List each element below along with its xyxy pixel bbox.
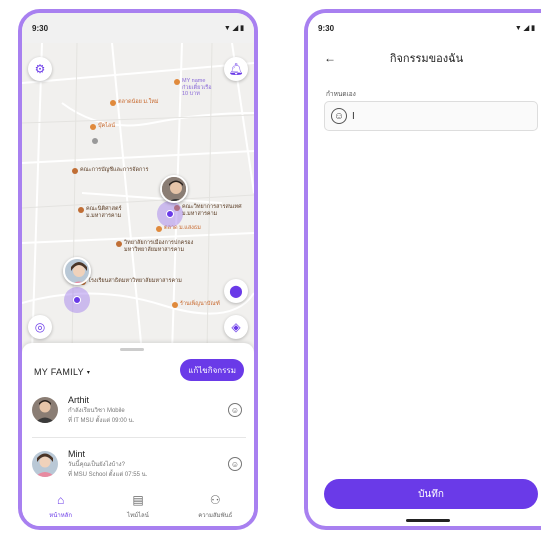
map-poi[interactable]: โรงเรียนสาธิตมหาวิทยาลัยมหาสารคาม xyxy=(80,278,182,285)
phone-home-screen: 9:30 ▼ ◢ ▮ ⚙ 🔔︎ MY name ก๋วยเตี๋ยวเรือ 1… xyxy=(18,9,258,530)
bottom-navigation: ⌂ หน้าหลัก ▤ ไทม์ไลน์ ⚇ ความสัมพันธ์ xyxy=(22,490,254,530)
signal-icon: ◢ xyxy=(523,25,530,32)
location-pin-icon: ⬤ xyxy=(229,284,243,298)
home-indicator xyxy=(112,527,156,530)
nav-timeline[interactable]: ▤ ไทม์ไลน์ xyxy=(103,494,173,520)
family-bottom-sheet: MY FAMILY ▾ แก้ไขกิจกรรม Arthit กำลังเรี… xyxy=(22,343,254,530)
member-location-pin xyxy=(166,210,174,218)
notification-button[interactable]: 🔔︎ xyxy=(224,57,248,81)
map-poi[interactable]: ตลาดน้อย ม.ใหม่ xyxy=(110,99,159,106)
bell-icon: 🔔︎ xyxy=(228,62,244,76)
timeline-icon: ▤ xyxy=(132,493,144,507)
family-selector[interactable]: MY FAMILY ▾ xyxy=(34,367,90,377)
status-time: 9:30 xyxy=(32,23,49,33)
locate-me-button[interactable]: ◎ xyxy=(28,315,52,339)
member-place-time: ที่ MSU School ตั้งแต่ 07:55 น. xyxy=(68,472,148,478)
member-row[interactable]: Mint วันนี้คุณเป็นยังไงบ้าง? ที่ MSU Sch… xyxy=(32,441,246,487)
battery-icon: ▮ xyxy=(531,25,535,32)
relationship-icon: ⚇ xyxy=(209,493,221,507)
mood-emoji-icon[interactable]: ☺ xyxy=(228,457,242,471)
member-avatar xyxy=(32,451,58,477)
wifi-icon: ▼ xyxy=(514,24,522,32)
map-poi[interactable]: บุ๊คไลน์ xyxy=(90,123,115,130)
member-activity: วันนี้คุณเป็นยังไงบ้าง? xyxy=(68,462,125,468)
member-avatar-map[interactable] xyxy=(63,257,91,285)
map-poi[interactable]: MY name ก๋วยเตี๋ยวเรือ 10 บาท xyxy=(174,78,212,98)
status-icons: ▼ ◢ ▮ xyxy=(223,24,244,33)
mood-emoji-icon[interactable]: ☺ xyxy=(228,403,242,417)
map-poi[interactable]: คณะวิทยาการสารสนเทศ ม.มหาสารคาม xyxy=(174,204,242,217)
battery-icon: ▮ xyxy=(240,25,244,32)
status-icons: ▼ ◢ ▮ xyxy=(514,24,535,33)
map-poi[interactable]: คณะการบัญชีและการจัดการ xyxy=(72,167,148,174)
input-value: I xyxy=(352,110,355,122)
chevron-down-icon: ▾ xyxy=(86,369,91,376)
map-poi[interactable]: ร้านเพ็ญนาบัณฑ์ xyxy=(172,301,220,308)
location-button[interactable]: ⬤ xyxy=(224,279,248,303)
sheet-drag-handle[interactable] xyxy=(120,348,144,351)
save-button[interactable]: บันทึก xyxy=(324,479,538,509)
member-name: Arthit xyxy=(68,395,90,405)
app-bar: ← กิจกรรมของฉัน xyxy=(308,43,541,73)
target-icon: ◎ xyxy=(34,320,46,334)
settings-button[interactable]: ⚙ xyxy=(28,57,52,81)
member-place-time: ที่ IT MSU ตั้งแต่ 09:00 น. xyxy=(68,418,135,424)
status-bar: 9:30 ▼ ◢ ▮ xyxy=(22,13,254,43)
member-avatar xyxy=(32,397,58,423)
home-icon: ⌂ xyxy=(57,493,65,507)
nav-relationship[interactable]: ⚇ ความสัมพันธ์ xyxy=(180,494,250,520)
field-label: กำหนดเอง xyxy=(326,91,356,98)
signal-icon: ◢ xyxy=(232,25,239,32)
wifi-icon: ▼ xyxy=(223,24,231,32)
emoji-picker-icon[interactable]: ☺ xyxy=(331,108,347,124)
member-row[interactable]: Arthit กำลังเรียนวิชา Mobile ที่ IT MSU … xyxy=(32,387,246,433)
member-activity: กำลังเรียนวิชา Mobile xyxy=(68,408,125,414)
edit-activity-button[interactable]: แก้ไขกิจกรรม xyxy=(180,359,244,381)
divider xyxy=(32,437,246,438)
map-poi[interactable]: ตลาด ม.แสงธม xyxy=(156,225,201,232)
status-bar: 9:30 ▼ ◢ ▮ xyxy=(308,13,541,43)
gear-icon: ⚙ xyxy=(34,62,46,76)
member-location-pin xyxy=(73,296,81,304)
layers-button[interactable]: ◈ xyxy=(224,315,248,339)
map-view[interactable]: ⚙ 🔔︎ MY name ก๋วยเตี๋ยวเรือ 10 บาท ตลาดน… xyxy=(22,43,254,353)
custom-activity-input[interactable]: ☺ I xyxy=(324,101,538,131)
map-poi[interactable] xyxy=(92,137,98,144)
map-poi[interactable]: วิทยาลัยการเมืองการปกครอง มหาวิทยาลัยมหา… xyxy=(116,240,193,253)
member-avatar-map[interactable] xyxy=(160,175,188,203)
back-arrow-icon[interactable]: ← xyxy=(324,51,336,65)
map-poi[interactable]: คณะนิติศาสตร์ ม.มหาสารคาม xyxy=(78,206,122,219)
home-indicator xyxy=(406,519,450,522)
nav-home[interactable]: ⌂ หน้าหลัก xyxy=(26,494,96,520)
member-name: Mint xyxy=(68,449,86,459)
status-time: 9:30 xyxy=(318,23,335,33)
page-title: กิจกรรมของฉัน xyxy=(389,53,464,65)
layers-icon: ◈ xyxy=(231,320,241,334)
phone-my-activity-screen: 9:30 ▼ ◢ ▮ ← กิจกรรมของฉัน กำหนดเอง ☺ I … xyxy=(304,9,541,530)
screenshot: martin 9:30 ▼ ◢ ▮ xyxy=(0,0,541,533)
